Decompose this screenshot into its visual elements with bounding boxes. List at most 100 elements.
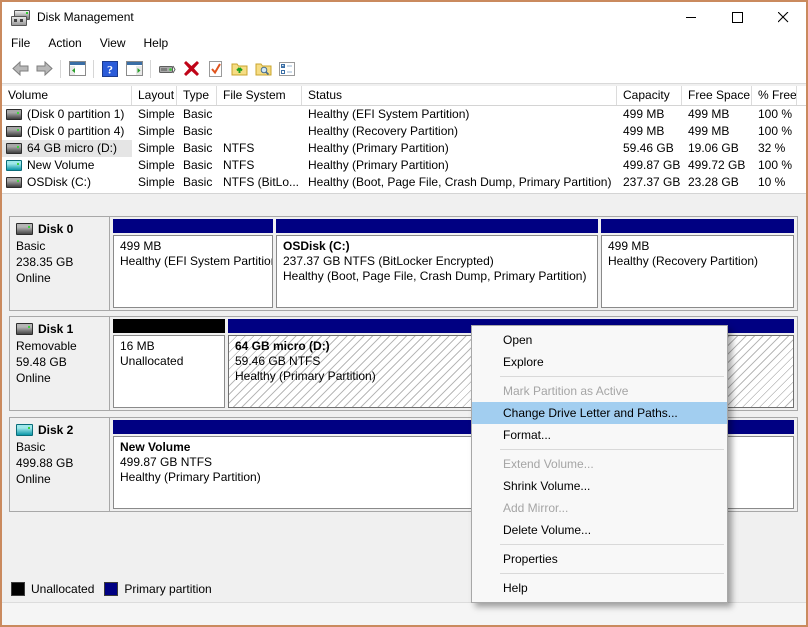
disk-kind: Removable: [16, 339, 77, 353]
status-cell: Healthy (Primary Partition): [308, 158, 449, 172]
type-cell: Basic: [183, 107, 213, 121]
file-system-cell: NTFS: [223, 141, 255, 155]
table-row[interactable]: (Disk 0 partition 4) Simple Basic Health…: [2, 123, 806, 140]
maximize-icon: [731, 11, 743, 23]
console-tree-icon: [68, 61, 86, 76]
check-document-button[interactable]: [203, 57, 227, 81]
help-button[interactable]: ?: [98, 57, 122, 81]
disk-name: Disk 1: [38, 322, 74, 336]
file-system-cell: [217, 123, 302, 140]
column-header[interactable]: Capacity: [617, 86, 682, 105]
disk-0-partitions: 499 MB Healthy (EFI System Partition) OS…: [110, 217, 797, 310]
partition-unallocated[interactable]: 16 MB Unallocated: [113, 319, 225, 408]
column-header[interactable]: % Free: [752, 86, 797, 105]
properties-button[interactable]: [275, 57, 299, 81]
menu-view[interactable]: View: [100, 34, 135, 53]
back-button[interactable]: [8, 57, 32, 81]
layout-cell: Simple: [138, 124, 175, 138]
maximize-button[interactable]: [714, 2, 760, 32]
capacity-cell: 499 MB: [623, 124, 665, 138]
free-space-cell: 19.06 GB: [688, 141, 739, 155]
close-button[interactable]: [760, 2, 806, 32]
menu-file[interactable]: File: [11, 34, 39, 53]
disk-kind: Basic: [16, 440, 46, 454]
capacity-cell: 237.37 GB: [623, 175, 681, 189]
menu-item-help[interactable]: Help: [472, 577, 727, 599]
column-header[interactable]: Free Space: [682, 86, 752, 105]
unallocated-swatch: [11, 582, 25, 596]
delete-volume-button[interactable]: [179, 57, 203, 81]
column-header[interactable]: File System: [217, 86, 302, 105]
disk-icon: [16, 424, 33, 436]
volume-cell: 64 GB micro (D:): [2, 140, 132, 157]
status-cell: Healthy (Recovery Partition): [308, 124, 459, 138]
volume-cell: OSDisk (C:): [2, 174, 132, 191]
disk-name: Disk 2: [38, 423, 74, 437]
column-header[interactable]: Type: [177, 86, 217, 105]
disk-management-window: Disk Management File Action View Help ? …: [0, 0, 808, 627]
column-header[interactable]: Volume: [2, 86, 132, 105]
open-folder-button[interactable]: [227, 57, 251, 81]
delete-volume-icon: [183, 61, 199, 76]
volume-drive-icon: [6, 126, 22, 137]
status-cell: Healthy (Boot, Page File, Crash Dump, Pr…: [308, 175, 612, 189]
menu-separator: [500, 376, 724, 377]
type-cell: Basic: [183, 124, 213, 138]
column-header[interactable]: Status: [302, 86, 617, 105]
toolbar-separator: [150, 59, 151, 78]
layout-cell: Simple: [138, 175, 175, 189]
table-row[interactable]: (Disk 0 partition 1) Simple Basic Health…: [2, 106, 806, 123]
window-controls: [668, 2, 806, 32]
menu-item-explore[interactable]: Explore: [472, 351, 727, 373]
menu-item-delete-volume[interactable]: Delete Volume...: [472, 519, 727, 541]
help-icon: ?: [102, 60, 118, 77]
disk-2-label-panel[interactable]: Disk 2 Basic 499.88 GB Online: [10, 418, 110, 511]
pct-free-cell: 32 %: [758, 141, 786, 155]
partition-efi[interactable]: 499 MB Healthy (EFI System Partition): [113, 219, 273, 308]
pct-free-cell: 100 %: [758, 158, 793, 172]
layout-cell: Simple: [138, 107, 175, 121]
partition-size: 499 MB: [120, 239, 162, 253]
minimize-icon: [685, 16, 696, 18]
primary-partition-swatch: [104, 582, 119, 596]
menu-item-shrink-volume[interactable]: Shrink Volume...: [472, 475, 727, 497]
file-system-cell: NTFS: [223, 158, 255, 172]
menu-item-change-drive-letter-and-paths[interactable]: Change Drive Letter and Paths...: [472, 402, 727, 424]
action-pane-button[interactable]: [122, 57, 146, 81]
free-space-cell: 499 MB: [688, 107, 730, 121]
rescan-disks-button[interactable]: [155, 57, 179, 81]
free-space-cell: 499 MB: [688, 124, 730, 138]
free-space-cell: 23.28 GB: [688, 175, 739, 189]
disk-management-app-icon: [11, 10, 30, 26]
action-pane-icon: [125, 61, 143, 76]
menu-help[interactable]: Help: [144, 34, 178, 53]
properties-icon: [279, 61, 295, 76]
volume-name: 64 GB micro (D:): [27, 141, 118, 155]
console-tree-button[interactable]: [65, 57, 89, 81]
volume-name: (Disk 0 partition 4): [27, 124, 125, 138]
partition-osdisk-c[interactable]: OSDisk (C:) 237.37 GB NTFS (BitLocker En…: [276, 219, 598, 308]
menu-item-format[interactable]: Format...: [472, 424, 727, 446]
disk-1-label-panel[interactable]: Disk 1 Removable 59.48 GB Online: [10, 317, 110, 410]
partition-status: Healthy (Recovery Partition): [608, 254, 759, 268]
volume-list-header: Volume Layout Type File System Status Ca…: [2, 86, 806, 106]
status-cell: Healthy (EFI System Partition): [308, 107, 470, 121]
partition-recovery[interactable]: 499 MB Healthy (Recovery Partition): [601, 219, 794, 308]
pct-free-cell: 100 %: [758, 124, 793, 138]
disk-0-label-panel[interactable]: Disk 0 Basic 238.35 GB Online: [10, 217, 110, 310]
table-row[interactable]: New Volume Simple Basic NTFS Healthy (Pr…: [2, 157, 806, 174]
menu-item-properties[interactable]: Properties: [472, 548, 727, 570]
menu-separator: [500, 544, 724, 545]
file-system-cell: [217, 106, 302, 123]
menu-bar: File Action View Help: [2, 32, 806, 54]
menu-action[interactable]: Action: [48, 34, 90, 53]
menu-item-open[interactable]: Open: [472, 329, 727, 351]
table-row[interactable]: 64 GB micro (D:) Simple Basic NTFS Healt…: [2, 140, 806, 157]
volume-name: New Volume: [27, 158, 95, 172]
column-header[interactable]: Layout: [132, 86, 177, 105]
capacity-cell: 499.87 GB: [623, 158, 681, 172]
minimize-button[interactable]: [668, 2, 714, 32]
table-row[interactable]: OSDisk (C:) Simple Basic NTFS (BitLo... …: [2, 174, 806, 191]
explore-folder-button[interactable]: [251, 57, 275, 81]
forward-button[interactable]: [32, 57, 56, 81]
